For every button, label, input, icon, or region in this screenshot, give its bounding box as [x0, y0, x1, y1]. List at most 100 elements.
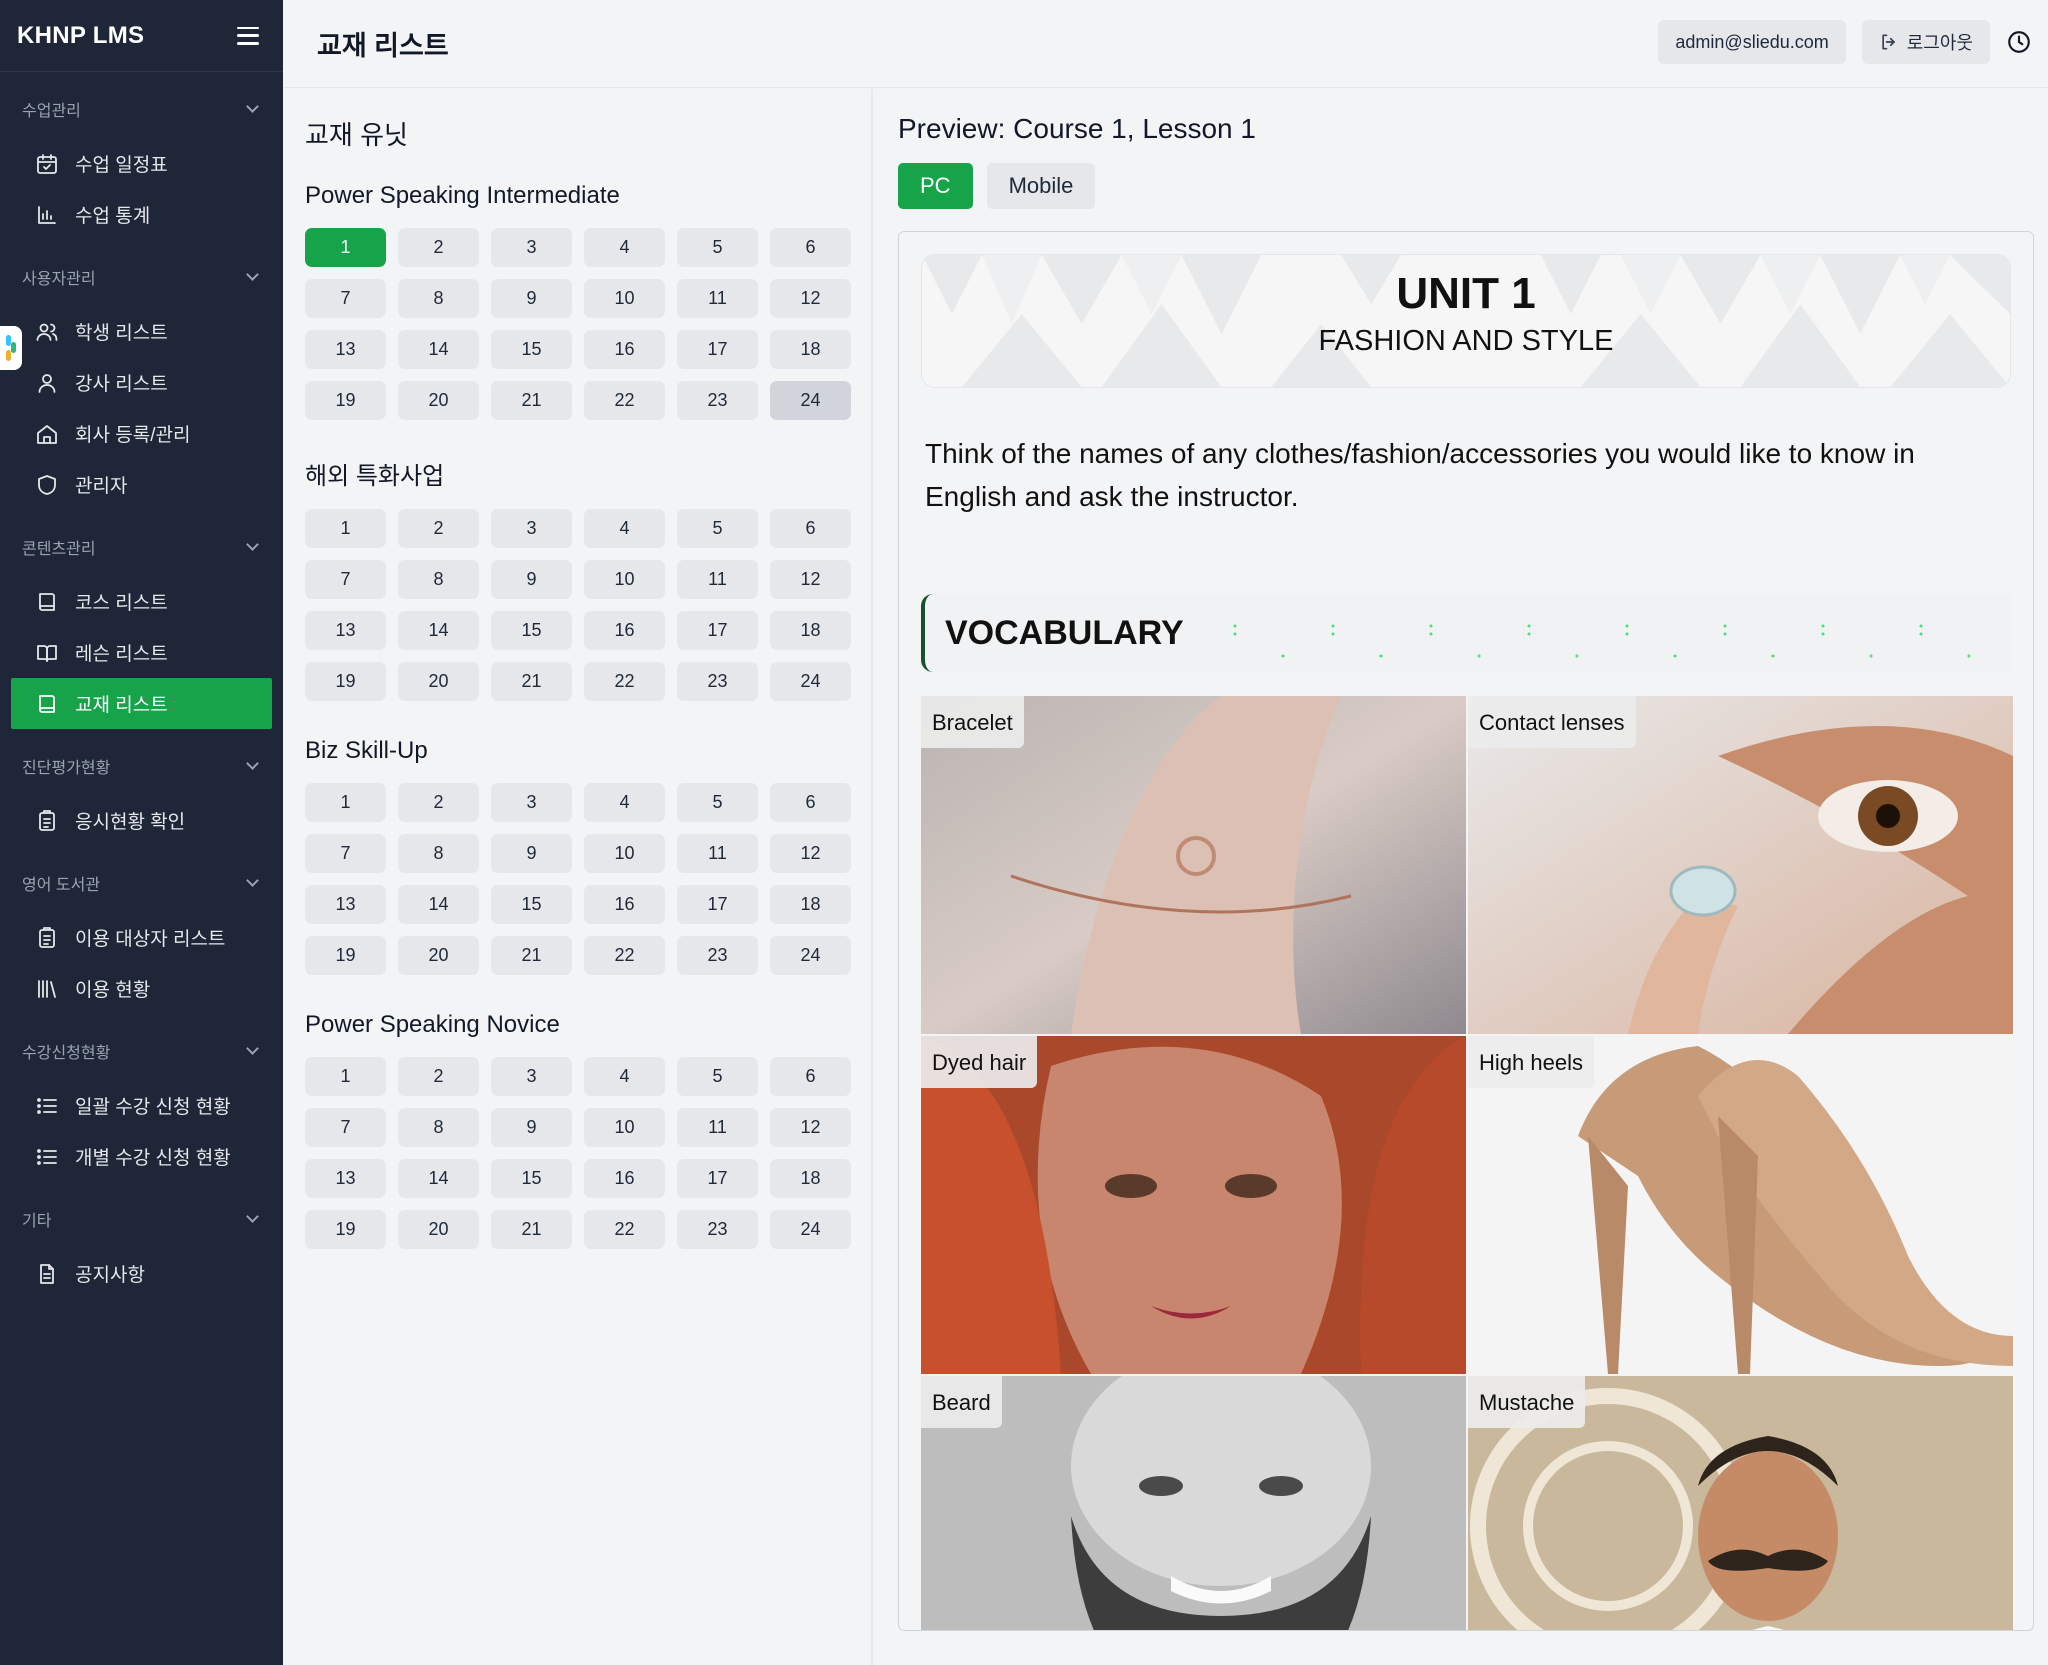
- sidebar-section-header[interactable]: 수업관리: [0, 80, 283, 138]
- unit-button[interactable]: 11: [677, 279, 758, 318]
- unit-button[interactable]: 6: [770, 1057, 851, 1096]
- unit-button[interactable]: 2: [398, 1057, 479, 1096]
- unit-button[interactable]: 19: [305, 1210, 386, 1249]
- unit-button[interactable]: 11: [677, 834, 758, 873]
- unit-button[interactable]: 23: [677, 1210, 758, 1249]
- unit-button[interactable]: 8: [398, 834, 479, 873]
- sidebar-item[interactable]: 코스 리스트: [11, 576, 272, 627]
- unit-button[interactable]: 18: [770, 611, 851, 650]
- unit-button[interactable]: 17: [677, 885, 758, 924]
- unit-button[interactable]: 1: [305, 509, 386, 548]
- unit-button[interactable]: 13: [305, 1159, 386, 1198]
- sidebar-item[interactable]: 이용 대상자 리스트: [11, 912, 272, 963]
- unit-button[interactable]: 8: [398, 560, 479, 599]
- unit-button[interactable]: 23: [677, 936, 758, 975]
- unit-button[interactable]: 7: [305, 834, 386, 873]
- unit-button[interactable]: 17: [677, 611, 758, 650]
- sidebar-section-header[interactable]: 콘텐츠관리: [0, 518, 283, 576]
- sidebar-item[interactable]: 학생 리스트: [11, 306, 272, 357]
- unit-button[interactable]: 9: [491, 279, 572, 318]
- unit-button[interactable]: 24: [770, 936, 851, 975]
- sidebar-item[interactable]: 공지사항: [11, 1248, 272, 1299]
- unit-button[interactable]: 13: [305, 330, 386, 369]
- unit-button[interactable]: 6: [770, 783, 851, 822]
- unit-button[interactable]: 1: [305, 228, 386, 267]
- sidebar-section-header[interactable]: 사용자관리: [0, 248, 283, 306]
- unit-button[interactable]: 18: [770, 330, 851, 369]
- unit-button[interactable]: 7: [305, 1108, 386, 1147]
- unit-button[interactable]: 20: [398, 936, 479, 975]
- unit-button[interactable]: 23: [677, 381, 758, 420]
- unit-button[interactable]: 21: [491, 936, 572, 975]
- sidebar-section-header[interactable]: 수강신청현황: [0, 1022, 283, 1080]
- unit-button[interactable]: 9: [491, 1108, 572, 1147]
- unit-button[interactable]: 20: [398, 381, 479, 420]
- unit-button[interactable]: 13: [305, 611, 386, 650]
- user-email-badge[interactable]: admin@sliedu.com: [1658, 20, 1846, 64]
- unit-button[interactable]: 4: [584, 783, 665, 822]
- sidebar-item[interactable]: 회사 등록/관리: [11, 408, 272, 459]
- sidebar-item[interactable]: 일괄 수강 신청 현황: [11, 1080, 272, 1131]
- unit-button[interactable]: 20: [398, 662, 479, 701]
- unit-button[interactable]: 19: [305, 381, 386, 420]
- clock-icon[interactable]: [2006, 29, 2032, 55]
- sidebar-item[interactable]: 개별 수강 신청 현황: [11, 1131, 272, 1182]
- unit-button[interactable]: 22: [584, 662, 665, 701]
- unit-button[interactable]: 15: [491, 611, 572, 650]
- sidebar-section-header[interactable]: 진단평가현황: [0, 737, 283, 795]
- unit-button[interactable]: 14: [398, 1159, 479, 1198]
- sidebar-item[interactable]: 응시현황 확인: [11, 795, 272, 846]
- unit-button[interactable]: 10: [584, 1108, 665, 1147]
- unit-button[interactable]: 5: [677, 509, 758, 548]
- unit-button[interactable]: 12: [770, 1108, 851, 1147]
- sidebar-item[interactable]: 수업 통계: [11, 189, 272, 240]
- unit-button[interactable]: 5: [677, 783, 758, 822]
- unit-button[interactable]: 15: [491, 330, 572, 369]
- sidebar-section-header[interactable]: 영어 도서관: [0, 854, 283, 912]
- unit-button[interactable]: 21: [491, 1210, 572, 1249]
- unit-button[interactable]: 10: [584, 560, 665, 599]
- unit-button[interactable]: 1: [305, 783, 386, 822]
- unit-button[interactable]: 2: [398, 783, 479, 822]
- unit-button[interactable]: 16: [584, 1159, 665, 1198]
- unit-button[interactable]: 21: [491, 662, 572, 701]
- unit-button[interactable]: 23: [677, 662, 758, 701]
- sidebar-section-header[interactable]: 기타: [0, 1190, 283, 1248]
- unit-button[interactable]: 13: [305, 885, 386, 924]
- unit-button[interactable]: 15: [491, 885, 572, 924]
- unit-button[interactable]: 18: [770, 885, 851, 924]
- unit-button[interactable]: 12: [770, 834, 851, 873]
- unit-button[interactable]: 22: [584, 381, 665, 420]
- unit-button[interactable]: 20: [398, 1210, 479, 1249]
- unit-button[interactable]: 8: [398, 1108, 479, 1147]
- unit-button[interactable]: 7: [305, 279, 386, 318]
- unit-button[interactable]: 11: [677, 1108, 758, 1147]
- unit-button[interactable]: 24: [770, 662, 851, 701]
- unit-button[interactable]: 9: [491, 560, 572, 599]
- unit-button[interactable]: 5: [677, 228, 758, 267]
- unit-button[interactable]: 19: [305, 662, 386, 701]
- unit-button[interactable]: 22: [584, 1210, 665, 1249]
- unit-button[interactable]: 14: [398, 611, 479, 650]
- unit-button[interactable]: 14: [398, 885, 479, 924]
- unit-button[interactable]: 9: [491, 834, 572, 873]
- mobile-tab[interactable]: Mobile: [986, 163, 1096, 209]
- unit-button[interactable]: 4: [584, 228, 665, 267]
- sidebar-item[interactable]: 강사 리스트: [11, 357, 272, 408]
- menu-toggle-icon[interactable]: [237, 26, 259, 45]
- unit-button[interactable]: 2: [398, 509, 479, 548]
- unit-button[interactable]: 19: [305, 936, 386, 975]
- unit-button[interactable]: 11: [677, 560, 758, 599]
- unit-button[interactable]: 1: [305, 1057, 386, 1096]
- sidebar-item[interactable]: 교재 리스트: [11, 678, 272, 729]
- unit-button[interactable]: 6: [770, 228, 851, 267]
- unit-button[interactable]: 12: [770, 560, 851, 599]
- unit-button[interactable]: 17: [677, 330, 758, 369]
- sidebar-item[interactable]: 이용 현황: [11, 963, 272, 1014]
- unit-button[interactable]: 6: [770, 509, 851, 548]
- unit-button[interactable]: 16: [584, 885, 665, 924]
- unit-button[interactable]: 4: [584, 509, 665, 548]
- unit-button[interactable]: 22: [584, 936, 665, 975]
- unit-button[interactable]: 17: [677, 1159, 758, 1198]
- unit-button[interactable]: 24: [770, 381, 851, 420]
